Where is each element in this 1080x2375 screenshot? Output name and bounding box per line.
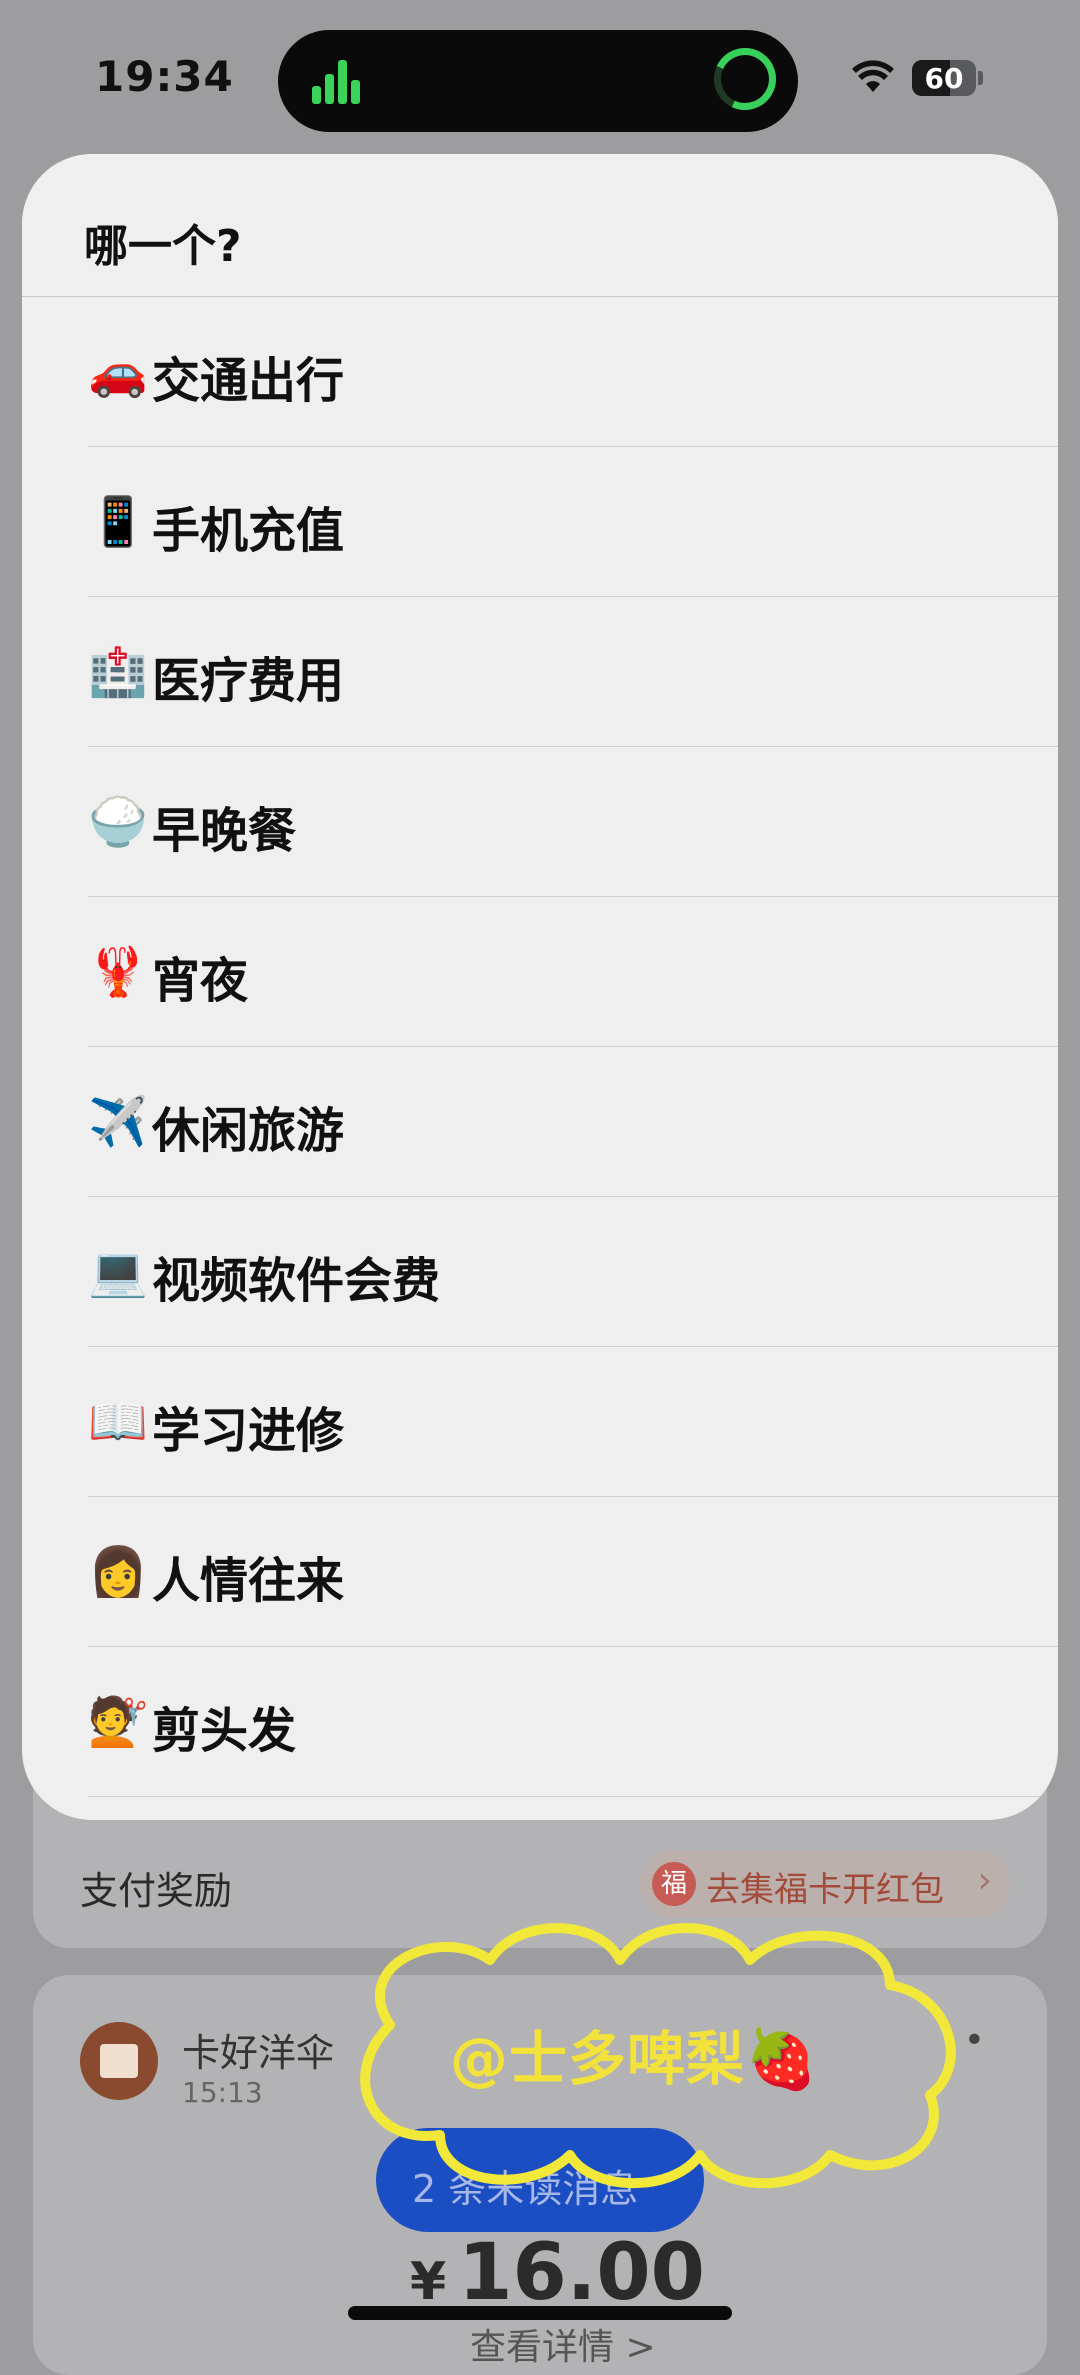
- sheet-title: 哪一个?: [84, 221, 242, 272]
- menu-item-medical[interactable]: 🏥 医疗费用: [88, 597, 1058, 747]
- wifi-icon: [852, 60, 894, 92]
- hospital-icon: 🏥: [88, 644, 148, 700]
- menu-item-social-gifts[interactable]: 👩 人情往来: [88, 1497, 1058, 1647]
- fu-card-icon: 福: [652, 1862, 696, 1906]
- watermark-text: @士多啤梨🍓: [450, 2025, 819, 2093]
- sheet-header: 哪一个?: [22, 154, 1058, 297]
- car-icon: 🚗: [88, 344, 148, 400]
- menu-item-study[interactable]: 📖 学习进修: [88, 1347, 1058, 1497]
- amount-value: 16.00: [458, 2228, 705, 2318]
- rice-bowl-icon: 🍚: [88, 794, 148, 850]
- dynamic-island: [278, 30, 798, 132]
- menu-item-label: 医疗费用: [152, 653, 345, 709]
- phone-icon: 📱: [88, 494, 148, 550]
- menu-item-label: 休闲旅游: [152, 1103, 345, 1159]
- menu-item-phone-topup[interactable]: 📱 手机充值: [88, 447, 1058, 597]
- menu-item-late-snack[interactable]: 🦞 宵夜: [88, 897, 1058, 1047]
- menu-item-label: 交通出行: [152, 353, 345, 409]
- menu-item-subscriptions[interactable]: 💻 视频软件会费: [88, 1197, 1058, 1347]
- battery-level: 60: [924, 62, 964, 95]
- menu-item-label: 手机充值: [152, 503, 345, 559]
- category-picker-sheet: 哪一个? 🚗 交通出行 📱 手机充值 🏥 医疗费用 🍚 早晚餐 🦞 宵夜 ✈️ …: [22, 154, 1058, 1820]
- signal-activity-icon: [312, 60, 364, 104]
- menu-item-travel[interactable]: ✈️ 休闲旅游: [88, 1047, 1058, 1197]
- menu-item-label: 学习进修: [152, 1403, 345, 1459]
- store-time: 15:13: [182, 2076, 263, 2109]
- chevron-right-icon: ›: [977, 1860, 992, 1901]
- amount: ¥16.00: [410, 2228, 705, 2318]
- menu-item-label: 早晚餐: [152, 803, 297, 859]
- menu-item-transport[interactable]: 🚗 交通出行: [88, 297, 1058, 447]
- category-list: 🚗 交通出行 📱 手机充值 🏥 医疗费用 🍚 早晚餐 🦞 宵夜 ✈️ 休闲旅游 …: [22, 297, 1058, 1797]
- person-icon: 👩: [88, 1544, 148, 1600]
- airplane-icon: ✈️: [88, 1094, 148, 1150]
- menu-item-haircut[interactable]: 💇 剪头发: [88, 1647, 1058, 1797]
- book-icon: 📖: [88, 1394, 148, 1450]
- menu-item-label: 视频软件会费: [152, 1253, 441, 1309]
- currency-symbol: ¥: [410, 2252, 447, 2312]
- reward-link-label: 去集福卡开红包: [706, 1870, 944, 1910]
- lobster-icon: 🦞: [88, 944, 148, 1000]
- battery-icon: 60: [912, 60, 976, 96]
- menu-item-meals[interactable]: 🍚 早晚餐: [88, 747, 1058, 897]
- store-name: 卡好洋伞: [182, 2031, 335, 2075]
- status-time: 19:34: [95, 52, 234, 101]
- store-avatar: [80, 2022, 158, 2100]
- menu-item-label: 人情往来: [152, 1553, 345, 1609]
- menu-item-label: 宵夜: [152, 953, 249, 1009]
- haircut-icon: 💇: [88, 1694, 148, 1750]
- view-details-link[interactable]: 查看详情 >: [470, 2318, 656, 2370]
- laptop-icon: 💻: [88, 1244, 148, 1300]
- home-indicator[interactable]: [348, 2306, 732, 2320]
- menu-item-label: 剪头发: [152, 1703, 297, 1759]
- reward-label: 支付奖励: [80, 1869, 233, 1913]
